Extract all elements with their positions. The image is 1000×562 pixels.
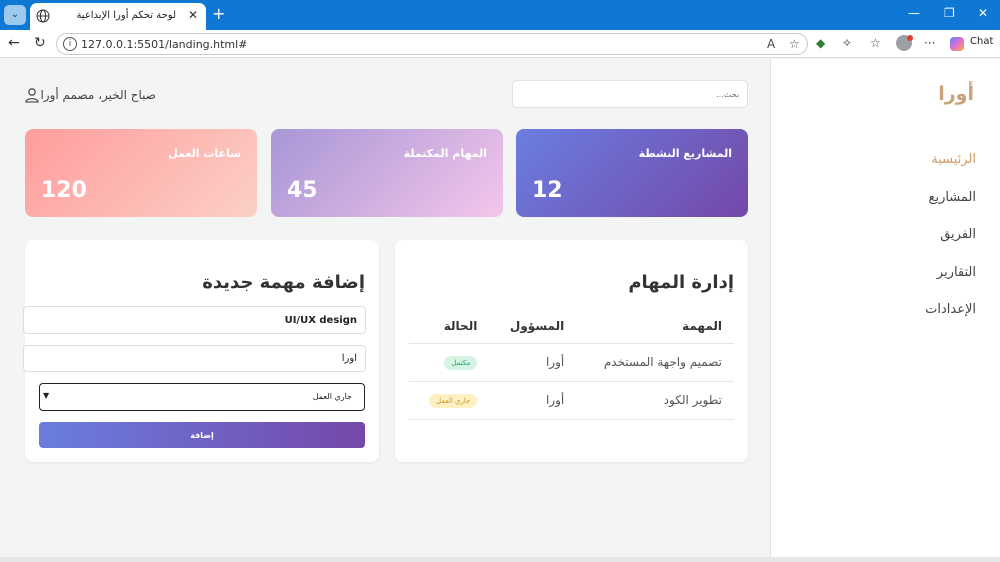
owner-cell: أورا <box>489 343 577 382</box>
tasks-table: المهمة المسؤول الحالة تصميم واجهة المستخ… <box>409 310 734 420</box>
window-close-button[interactable]: ✕ <box>978 6 988 20</box>
back-arrow-icon[interactable]: ← <box>8 35 20 51</box>
column-header-status: الحالة <box>409 310 490 344</box>
task-owner-input[interactable] <box>23 345 366 372</box>
chat-button[interactable]: Chat <box>970 36 993 47</box>
column-header-owner: المسؤول <box>489 310 577 344</box>
table-row[interactable]: تطوير الكود أورا جاري العمل <box>409 381 734 420</box>
refresh-icon[interactable]: ↻ <box>34 35 46 51</box>
browser-toolbar: ← ↻ i 127.0.0.1:5501/landing.html# A ☆ ◆… <box>0 30 1000 58</box>
status-badge: جاري العمل <box>428 394 478 408</box>
card-title: إضافة مهمة جديدة <box>202 272 365 293</box>
favorite-star-icon[interactable]: ☆ <box>789 37 800 51</box>
sidebar: أورا الرئيسية المشاريع الفريق التقارير ا… <box>770 59 1000 562</box>
stat-value: 120 <box>41 178 87 203</box>
stat-label: المشاريع النشطة <box>638 147 732 160</box>
task-management-card: إدارة المهام المهمة المسؤول الحالة تصميم… <box>395 240 748 462</box>
sidebar-item-team[interactable]: الفريق <box>940 227 976 242</box>
browser-titlebar: ⌄ لوحة تحكم أورا الإبداعية ✕ + — ❐ ✕ <box>0 0 1000 30</box>
table-row[interactable]: تصميم واجهة المستخدم أورا مكتمل <box>409 343 734 382</box>
minimize-button[interactable]: — <box>908 6 920 20</box>
favorites-icon[interactable]: ☆ <box>870 36 881 50</box>
status-cell: مكتمل <box>409 343 490 382</box>
select-value: جاري العمل <box>312 392 352 401</box>
status-cell: جاري العمل <box>409 381 490 420</box>
stat-value: 12 <box>532 178 563 203</box>
user-icon[interactable] <box>24 87 40 103</box>
stat-card-completed-tasks: المهام المكتملة 45 <box>271 129 503 217</box>
sidebar-item-reports[interactable]: التقارير <box>937 265 976 280</box>
window-bottom-edge <box>0 557 1000 562</box>
tab-close-icon[interactable]: ✕ <box>188 8 198 22</box>
browser-tab[interactable]: لوحة تحكم أورا الإبداعية ✕ <box>30 3 206 30</box>
task-name-input[interactable] <box>23 306 366 334</box>
dashboard-page: أورا الرئيسية المشاريع الفريق التقارير ا… <box>0 59 1000 562</box>
sidebar-item-projects[interactable]: المشاريع <box>929 190 976 205</box>
stat-card-work-hours: ساعات العمل 120 <box>25 129 257 217</box>
sidebar-item-home[interactable]: الرئيسية <box>931 152 976 167</box>
read-aloud-icon[interactable]: A <box>767 37 775 51</box>
add-task-card: إضافة مهمة جديدة جاري العمل ▼ إضافة <box>23 240 379 462</box>
task-cell: تطوير الكود <box>576 381 734 420</box>
stat-value: 45 <box>287 178 318 203</box>
column-header-task: المهمة <box>576 310 734 344</box>
greeting-text: صباح الخير، مصمم أورا <box>40 88 156 102</box>
url-text: 127.0.0.1:5501/landing.html# <box>81 38 248 51</box>
address-bar[interactable]: i 127.0.0.1:5501/landing.html# A ☆ <box>56 33 808 55</box>
table-header-row: المهمة المسؤول الحالة <box>409 310 734 344</box>
globe-icon <box>36 9 50 23</box>
tab-actions-menu-button[interactable]: ⌄ <box>4 5 26 25</box>
new-tab-button[interactable]: + <box>212 5 225 23</box>
restore-button[interactable]: ❐ <box>944 6 955 20</box>
stat-card-active-projects: المشاريع النشطة 12 <box>516 129 748 217</box>
copilot-icon[interactable] <box>950 37 964 51</box>
extension-icon[interactable]: ◆ <box>816 36 825 50</box>
site-info-icon[interactable]: i <box>63 37 77 51</box>
profile-notification-dot <box>907 35 913 41</box>
add-task-button[interactable]: إضافة <box>39 422 365 448</box>
task-cell: تصميم واجهة المستخدم <box>576 343 734 382</box>
stat-label: المهام المكتملة <box>403 147 487 160</box>
task-status-select[interactable]: جاري العمل ▼ <box>39 383 365 411</box>
tab-title: لوحة تحكم أورا الإبداعية <box>76 10 176 21</box>
stat-label: ساعات العمل <box>168 147 241 160</box>
extensions-puzzle-icon[interactable]: ✧ <box>842 36 852 50</box>
sidebar-item-settings[interactable]: الإعدادات <box>925 302 976 317</box>
chevron-down-icon: ▼ <box>43 391 50 400</box>
owner-cell: أورا <box>489 381 577 420</box>
user-greeting: صباح الخير، مصمم أورا <box>24 87 184 105</box>
more-menu-icon[interactable]: ··· <box>924 36 935 50</box>
brand-logo[interactable]: أورا <box>938 83 974 105</box>
search-input[interactable] <box>512 80 748 108</box>
card-title: إدارة المهام <box>628 272 734 293</box>
status-badge: مكتمل <box>444 356 478 370</box>
